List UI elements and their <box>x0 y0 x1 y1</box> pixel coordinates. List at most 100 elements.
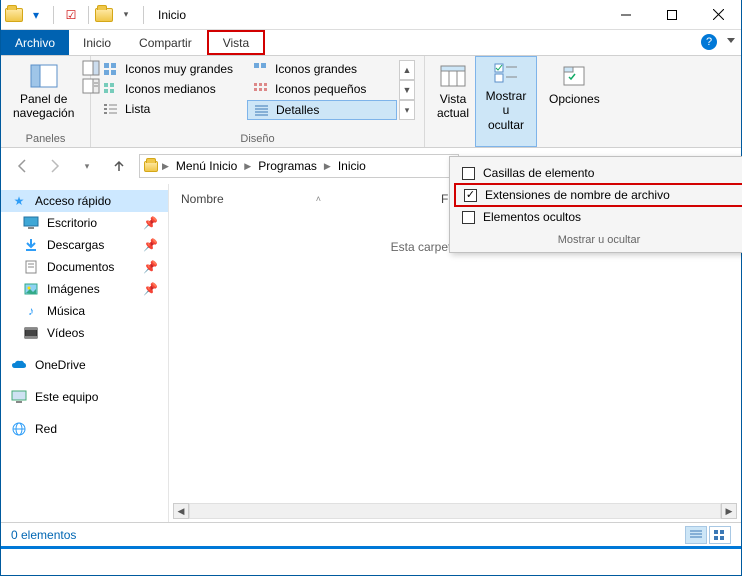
layout-label: Iconos pequeños <box>275 82 366 96</box>
chevron-right-icon[interactable]: ▶ <box>322 161 333 172</box>
popup-ocultos[interactable]: Elementos ocultos <box>454 207 742 227</box>
layout-muy-grandes[interactable]: Iconos muy grandes <box>97 60 247 78</box>
opciones-button[interactable]: Opciones <box>543 60 606 108</box>
sidebar-item-imagenes[interactable]: Imágenes 📌 <box>1 278 168 300</box>
qat-dropdown[interactable]: ▾ <box>115 4 137 26</box>
music-icon: ♪ <box>23 303 39 319</box>
chevron-right-icon[interactable]: ▶ <box>160 161 171 172</box>
layout-label: Detalles <box>276 103 319 117</box>
sidebar-item-descargas[interactable]: Descargas 📌 <box>1 234 168 256</box>
window-border <box>1 546 741 549</box>
vista-actual-button[interactable]: Vista actual <box>431 60 475 123</box>
breadcrumb[interactable]: ▶ Menú Inicio ▶ Programas ▶ Inicio <box>139 154 459 178</box>
sidebar-item-este-equipo[interactable]: Este equipo <box>1 386 168 408</box>
pin-icon: 📌 <box>143 216 158 230</box>
sidebar-item-onedrive[interactable]: OneDrive <box>1 354 168 376</box>
checkbox-unchecked-icon[interactable] <box>462 167 475 180</box>
ribbon-group-vista-actual: Vista actual <box>425 56 475 147</box>
column-nombre[interactable]: Nombre˄ <box>181 192 321 206</box>
crumb-label: Inicio <box>338 159 366 173</box>
chevron-right-icon[interactable]: ▶ <box>242 161 253 172</box>
sidebar-label: Imágenes <box>47 282 100 296</box>
scroll-down-icon[interactable]: ▼ <box>399 80 415 100</box>
sidebar-item-red[interactable]: Red <box>1 418 168 440</box>
qat-dropdown[interactable]: ▾ <box>25 4 47 26</box>
ribbon-collapse-icon[interactable] <box>727 38 735 43</box>
panel-navegacion-button[interactable]: Panel de navegación <box>7 60 80 123</box>
layout-lista[interactable]: Lista <box>97 100 247 118</box>
scroll-up-icon[interactable]: ▲ <box>399 60 415 80</box>
sidebar-item-musica[interactable]: ♪ Música <box>1 300 168 322</box>
sidebar-label: Red <box>35 422 57 436</box>
sort-icon: ˄ <box>316 194 321 204</box>
panel-nav-icon <box>28 62 60 90</box>
scroll-more-icon[interactable]: ▾ <box>399 100 415 120</box>
popup-casillas[interactable]: Casillas de elemento <box>454 163 742 183</box>
checkbox-checked-icon[interactable]: ✓ <box>464 189 477 202</box>
mostrar-ocultar-popup: Casillas de elemento ✓ Extensiones de no… <box>449 156 742 253</box>
crumb-programas[interactable]: Programas <box>255 159 320 173</box>
separator <box>53 6 54 24</box>
popup-extensiones[interactable]: ✓ Extensiones de nombre de archivo <box>454 183 742 207</box>
columns-icon <box>437 62 469 90</box>
group-label-paneles: Paneles <box>7 131 84 145</box>
checkbox-unchecked-icon[interactable] <box>462 211 475 224</box>
recent-dropdown[interactable]: ▾ <box>75 154 99 178</box>
quick-access-toolbar: ▾ ☑ ▾ <box>1 4 152 26</box>
pin-icon: 📌 <box>143 282 158 296</box>
ribbon-group-diseno: Iconos muy grandes Iconos medianos Lista… <box>91 56 425 147</box>
sidebar-item-videos[interactable]: Vídeos <box>1 322 168 344</box>
pin-icon: 📌 <box>143 238 158 252</box>
view-thumbnails-icon[interactable] <box>709 526 731 544</box>
layout-medianos[interactable]: Iconos medianos <box>97 80 247 98</box>
mostrar-ocultar-button[interactable]: Mostrar u ocultar <box>475 56 537 147</box>
window-controls <box>603 0 741 30</box>
separator <box>143 6 144 24</box>
properties-icon[interactable]: ☑ <box>60 4 82 26</box>
tab-vista[interactable]: Vista <box>207 30 265 55</box>
sidebar-item-acceso-rapido[interactable]: ★Acceso rápido <box>1 190 168 212</box>
download-icon <box>23 237 39 253</box>
popup-label: Extensiones de nombre de archivo <box>485 188 670 202</box>
scroll-right-icon[interactable]: ▶ <box>721 503 737 519</box>
scroll-left-icon[interactable]: ◀ <box>173 503 189 519</box>
tab-compartir[interactable]: Compartir <box>125 30 206 55</box>
ribbon-group-opciones: Opciones <box>537 56 601 147</box>
up-button[interactable] <box>107 154 131 178</box>
crumb-menu-inicio[interactable]: Menú Inicio <box>173 159 240 173</box>
opciones-label: Opciones <box>549 92 600 106</box>
sidebar-label: Descargas <box>47 238 104 252</box>
sidebar-item-escritorio[interactable]: Escritorio📌 <box>1 212 168 234</box>
crumb-label: Programas <box>258 159 317 173</box>
minimize-button[interactable] <box>603 0 649 30</box>
panel-nav-label: Panel de navegación <box>13 92 74 121</box>
popup-label: Elementos ocultos <box>483 210 581 224</box>
help-icon[interactable]: ? <box>701 34 717 50</box>
view-details-icon[interactable] <box>685 526 707 544</box>
crumb-label: Menú Inicio <box>176 159 237 173</box>
maximize-button[interactable] <box>649 0 695 30</box>
layout-label: Iconos grandes <box>275 62 357 76</box>
folder-icon <box>144 161 158 172</box>
tab-archivo[interactable]: Archivo <box>1 30 69 55</box>
forward-button[interactable] <box>43 154 67 178</box>
sidebar-item-documentos[interactable]: Documentos📌 <box>1 256 168 278</box>
crumb-inicio[interactable]: Inicio <box>335 159 369 173</box>
scroll-track[interactable] <box>189 503 721 519</box>
back-button[interactable] <box>11 154 35 178</box>
close-button[interactable] <box>695 0 741 30</box>
layout-detalles[interactable]: Detalles <box>247 100 397 120</box>
pictures-icon <box>23 281 39 297</box>
layout-grandes[interactable]: Iconos grandes <box>247 60 397 78</box>
ribbon-group-mostrar: Mostrar u ocultar <box>475 56 537 147</box>
layout-pequenos[interactable]: Iconos pequeños <box>247 80 397 98</box>
desktop-icon <box>23 215 39 231</box>
sidebar-label: Música <box>47 304 85 318</box>
tab-inicio[interactable]: Inicio <box>69 30 125 55</box>
col-label: F <box>441 192 448 206</box>
separator <box>88 6 89 24</box>
column-fecha[interactable]: F <box>441 192 448 206</box>
network-icon <box>11 421 27 437</box>
popup-label: Casillas de elemento <box>483 166 594 180</box>
horizontal-scrollbar[interactable]: ◀ ▶ <box>173 502 737 520</box>
